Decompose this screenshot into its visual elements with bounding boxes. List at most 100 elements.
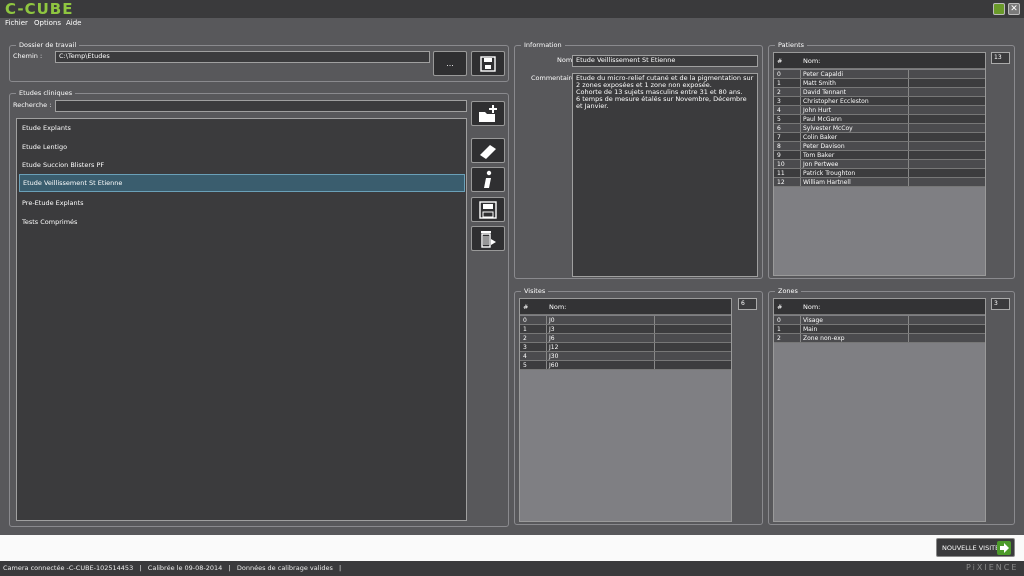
menu-fichier[interactable]: Fichier — [5, 19, 28, 27]
column-divider — [908, 106, 909, 114]
patients-row[interactable]: 8 Peter Davison — [774, 142, 985, 151]
column-divider — [908, 151, 909, 159]
patients-row-name: Matt Smith — [803, 80, 836, 87]
patients-row-name: Jon Pertwee — [803, 161, 839, 168]
menu-bar: Fichier Options Aide — [0, 18, 1024, 29]
patients-row[interactable]: 0 Peter Capaldi — [774, 70, 985, 79]
zones-row[interactable]: 1 Main — [774, 325, 985, 334]
patients-row[interactable]: 11 Patrick Troughton — [774, 169, 985, 178]
patients-row[interactable]: 10 Jon Pertwee — [774, 160, 985, 169]
patients-count: 13 — [991, 52, 1010, 64]
patients-row[interactable]: 4 John Hurt — [774, 106, 985, 115]
study-item-veillissement[interactable]: Etude Veillissement St Etienne — [19, 174, 465, 192]
patients-row[interactable]: 2 David Tennant — [774, 88, 985, 97]
patients-row-name: Tom Baker — [803, 152, 835, 159]
study-item-lentigo[interactable]: Etude Lentigo — [19, 139, 465, 155]
info-title: Information — [521, 41, 565, 49]
visits-row[interactable]: 2 J6 — [520, 334, 731, 343]
zones-row-name: Visage — [803, 317, 823, 324]
column-divider — [654, 343, 655, 351]
zones-col-index: # — [777, 303, 783, 311]
search-input[interactable] — [55, 100, 467, 112]
visits-row-name: J3 — [549, 326, 555, 333]
comment-field[interactable]: Etude du micro-relief cutané et de la pi… — [572, 73, 758, 277]
column-divider — [654, 325, 655, 333]
column-divider — [800, 169, 801, 177]
patients-row[interactable]: 3 Christopher Eccleston — [774, 97, 985, 106]
column-divider — [908, 316, 909, 324]
minimize-button[interactable] — [993, 3, 1005, 15]
export-study-button[interactable] — [471, 197, 505, 222]
column-divider — [800, 334, 801, 342]
status-bar: Camera connectée -C-CUBE-102514453 | Cal… — [0, 561, 1024, 576]
patients-row-index: 0 — [777, 71, 781, 78]
zones-row-index: 2 — [777, 335, 781, 342]
info-study-button[interactable] — [471, 167, 505, 192]
menu-options[interactable]: Options — [34, 19, 61, 27]
patients-row[interactable]: 1 Matt Smith — [774, 79, 985, 88]
study-item-explants[interactable]: Etude Explants — [19, 120, 465, 136]
add-study-button[interactable] — [471, 101, 505, 126]
column-divider — [800, 151, 801, 159]
column-divider — [908, 70, 909, 78]
study-item-pre-etude[interactable]: Pre-Etude Explants — [19, 195, 465, 211]
delete-study-button[interactable] — [471, 226, 505, 251]
folder-add-icon — [479, 104, 497, 122]
study-name-field[interactable]: Etude Veillissement St Etienne — [572, 55, 758, 67]
name-label: Nom — [557, 56, 573, 64]
patients-row-index: 11 — [777, 170, 785, 177]
zones-row-name: Zone non-exp — [803, 335, 845, 342]
patients-row-index: 4 — [777, 107, 781, 114]
patients-row[interactable]: 9 Tom Baker — [774, 151, 985, 160]
comment-label: Commentaire — [531, 74, 576, 82]
zones-row[interactable]: 2 Zone non-exp — [774, 334, 985, 343]
column-divider — [800, 106, 801, 114]
visits-table-header: # Nom: — [520, 299, 731, 315]
column-divider — [546, 352, 547, 360]
visits-table[interactable]: # Nom: 0 J0 1 J3 2 J6 3 J12 4 J30 5 J60 — [519, 298, 732, 522]
study-item-tests[interactable]: Tests Comprimés — [19, 214, 465, 230]
patients-row[interactable]: 7 Colin Baker — [774, 133, 985, 142]
column-divider — [908, 178, 909, 186]
patients-row-index: 3 — [777, 98, 781, 105]
visits-col-name: Nom: — [549, 303, 567, 311]
zones-row-index: 1 — [777, 326, 781, 333]
patients-row-index: 2 — [777, 89, 781, 96]
visits-count: 6 — [738, 298, 757, 310]
visits-col-index: # — [523, 303, 529, 311]
column-divider — [908, 124, 909, 132]
visits-row[interactable]: 4 J30 — [520, 352, 731, 361]
study-item-succion[interactable]: Etude Succion Blisters PF — [19, 157, 465, 173]
visits-row[interactable]: 1 J3 — [520, 325, 731, 334]
column-divider — [908, 142, 909, 150]
visits-row[interactable]: 5 J60 — [520, 361, 731, 370]
browse-button[interactable]: ... — [433, 51, 467, 76]
patients-row[interactable]: 6 Sylvester McCoy — [774, 124, 985, 133]
patients-row-name: Paul McGann — [803, 116, 842, 123]
column-divider — [800, 178, 801, 186]
arrow-right-icon — [997, 541, 1011, 555]
status-text: Camera connectée -C-CUBE-102514453 | Cal… — [3, 564, 342, 572]
zones-table-header: # Nom: — [774, 299, 985, 315]
path-input[interactable]: C:\Temp\Etudes — [55, 51, 430, 63]
save-path-button[interactable] — [471, 51, 505, 76]
patients-row[interactable]: 5 Paul McGann — [774, 115, 985, 124]
edit-study-button[interactable] — [471, 138, 505, 163]
patients-row[interactable]: 12 William Hartnell — [774, 178, 985, 187]
column-divider — [546, 334, 547, 342]
visits-row[interactable]: 0 J0 — [520, 316, 731, 325]
column-divider — [800, 70, 801, 78]
new-visit-button[interactable]: NOUVELLE VISITE — [936, 538, 1015, 557]
title-bar: C-CUBE ✕ — [0, 0, 1024, 18]
menu-aide[interactable]: Aide — [66, 19, 81, 27]
studies-list[interactable]: Etude Explants Etude Lentigo Etude Succi… — [16, 118, 467, 521]
zones-row-index: 0 — [777, 317, 781, 324]
column-divider — [908, 334, 909, 342]
column-divider — [908, 133, 909, 141]
column-divider — [908, 79, 909, 87]
patients-table[interactable]: # Nom: 0 Peter Capaldi 1 Matt Smith 2 David T… — [773, 52, 986, 276]
zones-row[interactable]: 0 Visage — [774, 316, 985, 325]
close-button[interactable]: ✕ — [1008, 3, 1020, 15]
zones-table[interactable]: # Nom: 0 Visage 1 Main 2 Zone non-exp — [773, 298, 986, 522]
visits-row[interactable]: 3 J12 — [520, 343, 731, 352]
